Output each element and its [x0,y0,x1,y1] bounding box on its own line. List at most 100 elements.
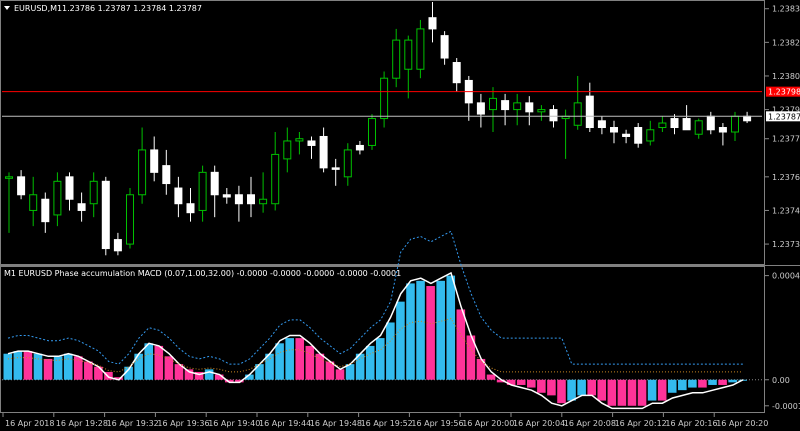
candle-body [646,129,655,142]
price-tick-label: 1.23820 [772,38,800,47]
candle-body [222,194,231,198]
time-tick-label: 16 Apr 19:48 [310,419,362,428]
histogram-bar [285,338,294,380]
price-tick-label: 1.23805 [772,72,800,81]
price-tick-label: 1.23745 [772,206,800,215]
candle-body [77,203,86,211]
candle-body [416,28,425,70]
histogram-bar [436,280,445,380]
candle-body [17,176,26,196]
histogram-bar [13,351,23,380]
candle-body [331,167,340,170]
candle-body [428,17,437,30]
candle-body [549,109,558,122]
histogram-bar [708,379,717,385]
candle-body [283,140,292,160]
histogram-bar [718,379,727,385]
histogram-bar [607,379,617,406]
time-tick-label: 16 Apr 19:44 [259,419,311,428]
candle-body [368,118,376,146]
mt4-chart-window[interactable]: EURUSD,M1 1.23786 1.23787 1.23784 1.2378… [0,0,800,431]
chart-header: EURUSD,M1 1.23786 1.23787 1.23784 1.2378… [4,4,202,13]
candle-body [731,115,739,133]
histogram-bar [406,283,415,380]
price-tick-label: 1.23835 [772,5,800,14]
candle-body [319,135,328,169]
histogram-bar [295,338,305,380]
histogram-bar [688,379,697,388]
time-tick-label: 16 Apr 20:20 [716,419,768,428]
candle[interactable] [368,114,376,150]
candle-body [513,102,522,111]
indicator-title: M1 EURUSD Phase accumulation MACD (0.07,… [4,269,401,278]
candle-body [247,194,255,205]
histogram-bar [275,343,284,380]
candle-body [573,102,582,126]
histogram-bar [154,345,164,380]
time-tick-label: 16 Apr 19:52 [361,419,413,428]
price-tick-label: 1.23730 [772,240,800,249]
indicator-tick-label: 0.00 [772,376,790,385]
histogram-bar [527,379,536,388]
histogram-bar [537,379,546,393]
candle-body [89,180,98,205]
candle-body [174,187,183,205]
svg-text:1.23798: 1.23798 [768,88,800,97]
candle-body [585,95,594,129]
histogram-bar [567,379,576,401]
histogram-bar [577,379,586,396]
histogram-bar [446,275,456,380]
candle-body [138,149,147,196]
ohlc-header: 1.23786 1.23787 1.23784 1.23787 [62,4,202,13]
time-tick-label: 16 Apr 2018 [5,419,54,428]
candle-body [525,102,534,113]
candle-body [404,39,413,70]
candle-body [210,171,219,196]
histogram-bar [53,356,63,380]
candle-body [380,77,389,120]
time-tick-label: 16 Apr 19:36 [157,419,209,428]
histogram-bar [657,379,667,401]
candle-body [658,122,667,129]
candle-body [259,198,268,205]
histogram-bar [3,353,13,380]
histogram-bar [678,379,687,391]
candle-body [198,171,207,211]
time-tick-label: 16 Apr 20:08 [564,419,616,428]
candle-body [295,138,304,142]
candle[interactable] [126,188,134,249]
candle-body [706,115,715,131]
candle-body [489,97,497,111]
candle-body [537,109,546,113]
histogram-bar [516,379,526,385]
histogram-bar [587,379,596,396]
candle-body [634,127,643,144]
histogram-bar [43,358,53,380]
histogram-bar [386,322,395,380]
histogram-bar [426,286,435,380]
histogram-bar [456,309,466,380]
time-tick-label: 16 Apr 20:00 [462,419,514,428]
time-tick-label: 16 Apr 19:32 [107,419,159,428]
price-axis[interactable]: 1.238351.238201.238051.237901.237771.237… [765,5,800,249]
candle-body [307,140,316,146]
time-axis[interactable]: 16 Apr 2018 16 Apr 19:2816 Apr 19:3216 Ap… [2,413,768,428]
candle[interactable] [416,19,425,79]
histogram-bar [164,356,174,380]
histogram-bar [416,280,425,380]
histogram-bar [365,345,375,380]
price-tick-label: 1.23777 [772,135,800,144]
histogram-bar [698,379,707,388]
price-tick-label: 1.23760 [772,173,800,182]
indicator-axis[interactable]: 0.0004 0.00 -0.0001 [765,272,800,411]
candle-body [682,118,691,131]
candle-body [113,239,122,252]
histogram-bar [667,379,677,393]
histogram-bar [376,338,385,380]
histogram-bar [63,353,73,380]
histogram-bar [597,379,607,401]
candle[interactable] [101,176,110,256]
histogram-bar [557,379,566,404]
candle-body [610,127,618,133]
histogram-bar [204,369,214,380]
